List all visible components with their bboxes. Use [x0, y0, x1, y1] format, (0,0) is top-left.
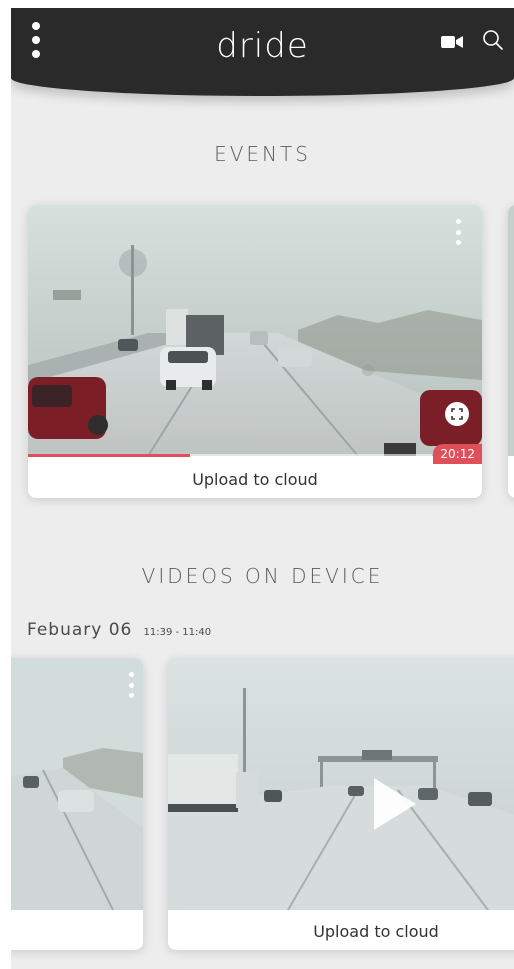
playback-progress[interactable] [28, 454, 432, 457]
app-screen: dride EVENTS 20:12 Upload to cloud VIDEO… [11, 8, 514, 969]
device-video-card-main[interactable]: Upload to cloud [168, 658, 514, 950]
menu-dot [128, 693, 134, 698]
next-event-thumbnail [508, 205, 514, 456]
device-card-menu-icon[interactable] [127, 672, 135, 698]
app-header: dride [11, 8, 514, 96]
app-logo: dride [216, 26, 309, 66]
menu-dot [128, 672, 134, 677]
events-heading: EVENTS [214, 142, 311, 166]
event-thumbnail[interactable] [28, 205, 482, 456]
fullscreen-icon[interactable] [445, 402, 469, 426]
event-card[interactable]: 20:12 Upload to cloud [28, 205, 482, 498]
upload-to-cloud-button[interactable]: Upload to cloud [28, 470, 482, 489]
play-icon[interactable] [372, 776, 418, 832]
videos-on-device-heading: VIDEOS ON DEVICE [141, 564, 384, 588]
event-card-menu-icon[interactable] [454, 219, 462, 245]
video-date: Febuary 06 [27, 620, 133, 640]
camera-icon[interactable] [441, 35, 463, 49]
video-time-range: 11:39 - 11:40 [143, 627, 212, 638]
menu-dot [455, 229, 461, 235]
menu-dot [128, 682, 134, 688]
device-video-card[interactable] [11, 658, 143, 950]
device-video-main-thumbnail[interactable] [168, 658, 514, 910]
menu-dot [455, 240, 461, 245]
playback-progress-fill [28, 454, 190, 457]
next-event-card[interactable] [508, 205, 514, 498]
upload-to-cloud-button-2[interactable]: Upload to cloud [168, 922, 514, 941]
device-video-thumbnail[interactable] [11, 658, 143, 910]
duration-badge: 20:12 [433, 444, 482, 464]
search-icon[interactable] [482, 29, 504, 51]
video-date-group: Febuary 06 11:39 - 11:40 [27, 620, 211, 640]
menu-dot [455, 219, 461, 224]
